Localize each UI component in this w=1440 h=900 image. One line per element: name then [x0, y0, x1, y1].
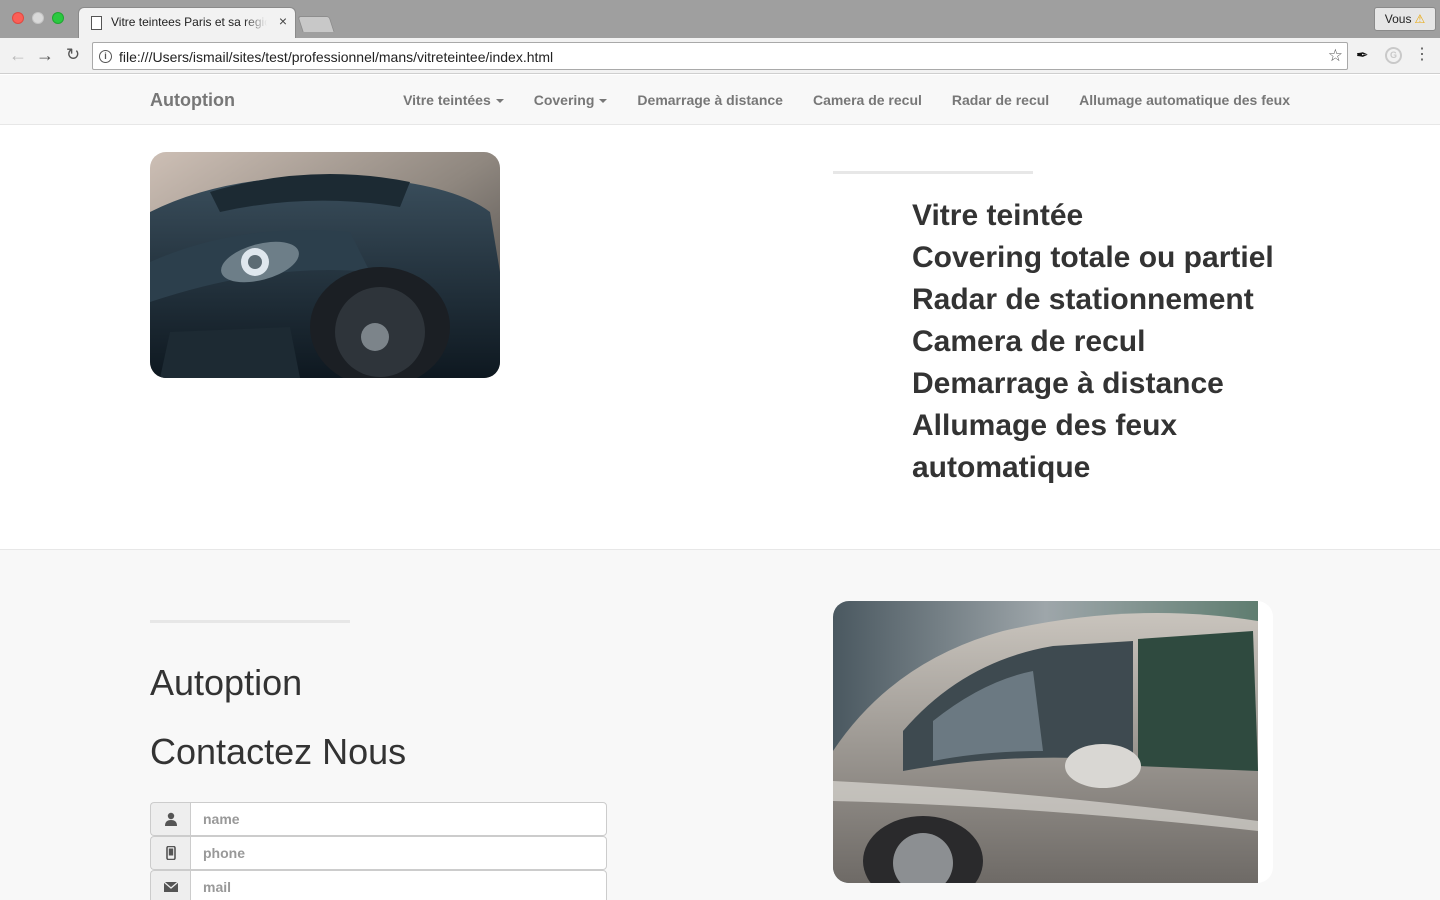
- site-navbar: Autoption Vitre teintées Covering Demarr…: [0, 75, 1440, 125]
- window-close-button[interactable]: [12, 12, 24, 24]
- extension-icon-2[interactable]: G: [1385, 47, 1402, 64]
- silver-car-image: [833, 601, 1273, 883]
- name-field[interactable]: [190, 802, 607, 836]
- hero-section: Vitre teintée Covering totale ou partiel…: [0, 125, 1440, 549]
- nav-item-covering[interactable]: Covering: [519, 92, 623, 108]
- url-text[interactable]: file:///Users/ismail/sites/test/professi…: [119, 49, 553, 65]
- profile-button[interactable]: Vous ⚠: [1374, 7, 1436, 31]
- phone-input-group: [150, 836, 607, 870]
- profile-label: Vous: [1384, 12, 1412, 26]
- brand-logo[interactable]: Autoption: [150, 90, 235, 111]
- nav-item-vitre-teintees[interactable]: Vitre teintées: [388, 92, 519, 108]
- forward-arrow-icon[interactable]: →: [33, 44, 57, 66]
- caret-down-icon: [599, 99, 608, 104]
- address-bar[interactable]: i file:///Users/ismail/sites/test/profes…: [92, 42, 1348, 70]
- envelope-icon: [150, 870, 190, 900]
- reload-icon[interactable]: ↻: [61, 44, 85, 66]
- contact-form: [150, 802, 607, 900]
- info-icon[interactable]: i: [99, 50, 112, 63]
- document-icon: [91, 16, 102, 30]
- tab-close-icon[interactable]: ×: [279, 13, 287, 29]
- name-input-group: [150, 802, 607, 836]
- mail-field[interactable]: [190, 870, 607, 900]
- divider: [833, 171, 1033, 174]
- mail-input-group: [150, 870, 607, 900]
- caret-down-icon: [495, 99, 504, 104]
- browser-tab[interactable]: Vitre teintees Paris et sa region ×: [78, 7, 296, 38]
- star-icon[interactable]: ☆: [1328, 46, 1343, 66]
- feature-item: Demarrage à distance: [912, 367, 1224, 400]
- phone-field[interactable]: [190, 836, 607, 870]
- feature-item: Allumage des feux automatique: [912, 409, 1178, 484]
- brand-heading: Autoption: [150, 662, 303, 703]
- window-maximize-button[interactable]: [52, 12, 64, 24]
- tab-title: Vitre teintees Paris et sa region: [111, 15, 267, 29]
- extension-icon[interactable]: ✒: [1356, 46, 1369, 64]
- features-list: Vitre teintée Covering totale ou partiel…: [912, 195, 1332, 489]
- divider: [150, 620, 350, 623]
- sports-car-image: [150, 152, 500, 378]
- window-minimize-button[interactable]: [32, 12, 44, 24]
- nav-links: Vitre teintées Covering Demarrage à dist…: [388, 75, 1290, 125]
- browser-titlebar: Vitre teintees Paris et sa region × Vous…: [0, 0, 1440, 38]
- menu-dots-icon[interactable]: ⋮: [1414, 44, 1430, 64]
- nav-item-demarrage[interactable]: Demarrage à distance: [622, 92, 798, 108]
- new-tab-button[interactable]: [297, 16, 335, 32]
- warning-icon: ⚠: [1414, 12, 1426, 26]
- mobile-phone-icon: [150, 836, 190, 870]
- nav-item-radar[interactable]: Radar de recul: [937, 92, 1064, 108]
- feature-item: Vitre teintée: [912, 199, 1084, 232]
- browser-toolbar: ← → ↻ i file:///Users/ismail/sites/test/…: [0, 38, 1440, 74]
- feature-item: Camera de recul: [912, 325, 1146, 358]
- contact-section: Autoption Contactez Nous: [0, 549, 1440, 900]
- feature-item: Covering totale ou partiel: [912, 241, 1274, 274]
- user-icon: [150, 802, 190, 836]
- back-arrow-icon[interactable]: ←: [6, 44, 30, 66]
- feature-item: Radar de stationnement: [912, 283, 1254, 316]
- contact-heading: Contactez Nous: [150, 731, 407, 772]
- nav-item-camera[interactable]: Camera de recul: [798, 92, 937, 108]
- nav-item-allumage[interactable]: Allumage automatique des feux: [1064, 92, 1290, 108]
